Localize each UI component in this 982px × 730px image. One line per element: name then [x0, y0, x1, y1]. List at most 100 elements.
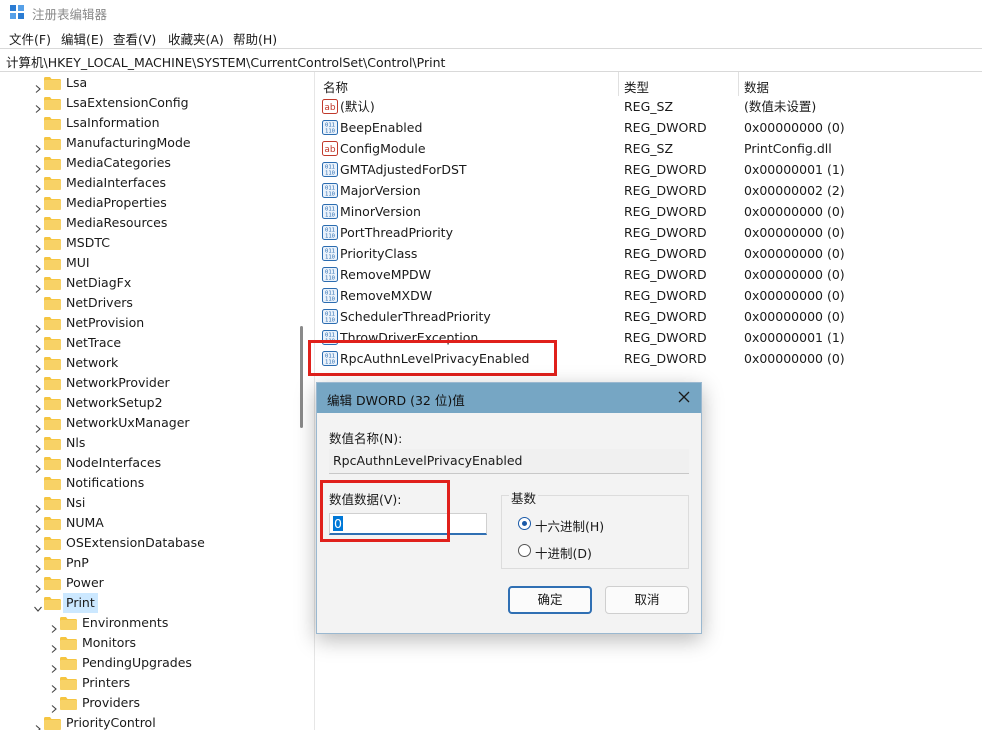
- menu-file[interactable]: 文件(F): [9, 29, 51, 48]
- tree-item[interactable]: NetworkProvider: [0, 373, 300, 393]
- tree-item[interactable]: Power: [0, 573, 300, 593]
- cancel-button[interactable]: 取消: [605, 586, 689, 614]
- tree-item[interactable]: LsaInformation: [0, 113, 300, 133]
- tree-item[interactable]: NetDiagFx: [0, 273, 300, 293]
- value-row[interactable]: 011 110 MajorVersion REG_DWORD 0x00000002 (2…: [315, 180, 982, 201]
- tree-item[interactable]: Network: [0, 353, 300, 373]
- folder-icon: [44, 556, 61, 570]
- address-bar[interactable]: 计算机\HKEY_LOCAL_MACHINE\SYSTEM\CurrentCon…: [0, 48, 982, 72]
- chevron-right-icon[interactable]: [50, 639, 58, 653]
- chevron-right-icon[interactable]: [34, 379, 42, 393]
- tree-item[interactable]: NodeInterfaces: [0, 453, 300, 473]
- chevron-right-icon[interactable]: [34, 159, 42, 173]
- value-row[interactable]: 011 110 PortThreadPriority REG_DWORD 0x00000…: [315, 222, 982, 243]
- tree-item[interactable]: Providers: [0, 693, 300, 713]
- chevron-right-icon[interactable]: [34, 439, 42, 453]
- menu-favorites[interactable]: 收藏夹(A): [168, 29, 224, 48]
- column-divider[interactable]: [618, 72, 619, 96]
- tree-item[interactable]: MUI: [0, 253, 300, 273]
- value-row[interactable]: 011 110 SchedulerThreadPriority REG_DWORD 0x…: [315, 306, 982, 327]
- tree-item[interactable]: OSExtensionDatabase: [0, 533, 300, 553]
- chevron-right-icon[interactable]: [34, 179, 42, 193]
- tree-item[interactable]: MSDTC: [0, 233, 300, 253]
- tree-item[interactable]: LsaExtensionConfig: [0, 93, 300, 113]
- decimal-radio-label[interactable]: 十进制(D): [535, 543, 592, 562]
- tree-item[interactable]: NetworkSetup2: [0, 393, 300, 413]
- tree-item[interactable]: ManufacturingMode: [0, 133, 300, 153]
- value-row[interactable]: 011 110 GMTAdjustedForDST REG_DWORD 0x000000…: [315, 159, 982, 180]
- value-row[interactable]: 011 110 PriorityClass REG_DWORD 0x00000000 (…: [315, 243, 982, 264]
- tree-item[interactable]: MediaCategories: [0, 153, 300, 173]
- tree-item[interactable]: NetProvision: [0, 313, 300, 333]
- tree-item[interactable]: PnP: [0, 553, 300, 573]
- menu-view[interactable]: 查看(V): [113, 29, 156, 48]
- chevron-right-icon[interactable]: [34, 579, 42, 593]
- value-row[interactable]: ab (默认) REG_SZ (数值未设置): [315, 96, 982, 117]
- chevron-right-icon[interactable]: [50, 699, 58, 713]
- chevron-right-icon[interactable]: [50, 619, 58, 633]
- column-name-header[interactable]: 名称: [323, 77, 348, 96]
- value-row[interactable]: ab ConfigModule REG_SZ PrintConfig.dll: [315, 138, 982, 159]
- hex-radio-label[interactable]: 十六进制(H): [535, 516, 604, 535]
- folder-icon: [44, 416, 61, 430]
- chevron-right-icon[interactable]: [34, 419, 42, 433]
- value-type: REG_DWORD: [624, 120, 707, 135]
- chevron-right-icon[interactable]: [34, 539, 42, 553]
- tree-item[interactable]: Notifications: [0, 473, 300, 493]
- tree-item[interactable]: NetTrace: [0, 333, 300, 353]
- chevron-right-icon[interactable]: [50, 659, 58, 673]
- tree-item[interactable]: Monitors: [0, 633, 300, 653]
- tree-scrollbar-thumb[interactable]: [300, 326, 303, 428]
- tree-item[interactable]: MediaResources: [0, 213, 300, 233]
- close-icon[interactable]: [677, 390, 691, 404]
- column-divider[interactable]: [738, 72, 739, 96]
- tree-item[interactable]: NUMA: [0, 513, 300, 533]
- decimal-radio[interactable]: [518, 544, 531, 557]
- column-type-header[interactable]: 类型: [624, 77, 649, 96]
- tree-item[interactable]: Environments: [0, 613, 300, 633]
- value-row[interactable]: 011 110 RemoveMXDW REG_DWORD 0x00000000 (0): [315, 285, 982, 306]
- chevron-right-icon[interactable]: [34, 339, 42, 353]
- value-name: PortThreadPriority: [340, 225, 453, 240]
- tree-item[interactable]: PriorityControl: [0, 713, 300, 730]
- tree-item[interactable]: Lsa: [0, 73, 300, 93]
- tree-item[interactable]: Nls: [0, 433, 300, 453]
- tree-item[interactable]: Print: [0, 593, 300, 613]
- tree-item[interactable]: Nsi: [0, 493, 300, 513]
- chevron-right-icon[interactable]: [34, 559, 42, 573]
- chevron-down-icon[interactable]: [34, 599, 42, 612]
- chevron-right-icon[interactable]: [34, 259, 42, 273]
- chevron-right-icon[interactable]: [34, 499, 42, 513]
- address-path[interactable]: 计算机\HKEY_LOCAL_MACHINE\SYSTEM\CurrentCon…: [6, 52, 445, 71]
- chevron-right-icon[interactable]: [34, 239, 42, 253]
- chevron-right-icon[interactable]: [34, 519, 42, 533]
- tree-item[interactable]: PendingUpgrades: [0, 653, 300, 673]
- chevron-right-icon[interactable]: [34, 219, 42, 233]
- hex-radio[interactable]: [518, 517, 531, 530]
- tree-item[interactable]: MediaInterfaces: [0, 173, 300, 193]
- chevron-right-icon[interactable]: [34, 459, 42, 473]
- chevron-right-icon[interactable]: [34, 719, 42, 730]
- tree-item[interactable]: MediaProperties: [0, 193, 300, 213]
- value-type: REG_DWORD: [624, 330, 707, 345]
- ok-button[interactable]: 确定: [508, 586, 592, 614]
- chevron-right-icon[interactable]: [34, 319, 42, 333]
- value-type: REG_DWORD: [624, 267, 707, 282]
- value-row[interactable]: 011 110 MinorVersion REG_DWORD 0x00000000 (0…: [315, 201, 982, 222]
- value-row[interactable]: 011 110 RemoveMPDW REG_DWORD 0x00000000 (0): [315, 264, 982, 285]
- chevron-right-icon[interactable]: [34, 359, 42, 373]
- chevron-right-icon[interactable]: [50, 679, 58, 693]
- tree-item[interactable]: NetDrivers: [0, 293, 300, 313]
- menu-help[interactable]: 帮助(H): [233, 29, 277, 48]
- chevron-right-icon[interactable]: [34, 99, 42, 113]
- column-data-header[interactable]: 数据: [744, 77, 769, 96]
- menu-edit[interactable]: 编辑(E): [61, 29, 104, 48]
- chevron-right-icon[interactable]: [34, 79, 42, 93]
- tree-item[interactable]: Printers: [0, 673, 300, 693]
- chevron-right-icon[interactable]: [34, 199, 42, 213]
- chevron-right-icon[interactable]: [34, 139, 42, 153]
- tree-item[interactable]: NetworkUxManager: [0, 413, 300, 433]
- chevron-right-icon[interactable]: [34, 279, 42, 293]
- chevron-right-icon[interactable]: [34, 399, 42, 413]
- value-row[interactable]: 011 110 BeepEnabled REG_DWORD 0x00000000 (0): [315, 117, 982, 138]
